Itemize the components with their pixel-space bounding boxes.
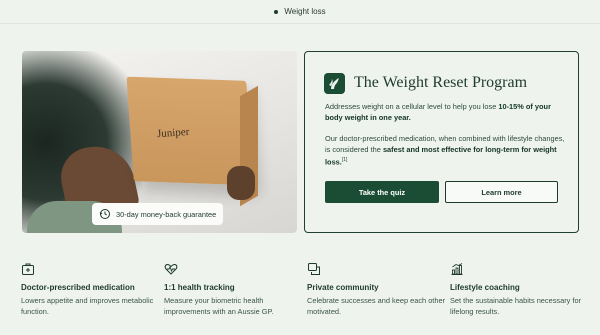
feature-title: Doctor-prescribed medication: [21, 283, 135, 292]
chat-bubbles-icon: [308, 263, 320, 275]
feature-item: Lifestyle coaching Set the sustainable h…: [450, 262, 590, 317]
bar-chart-icon: [451, 263, 463, 275]
feature-item: 1:1 health tracking Measure your biometr…: [164, 262, 304, 317]
heart-pulse-icon: [164, 263, 178, 275]
feature-item: Private community Celebrate successes an…: [307, 262, 447, 317]
feature-description: Set the sustainable habits necessary for…: [450, 296, 582, 316]
feature-title: Private community: [307, 283, 379, 292]
feature-title: 1:1 health tracking: [164, 283, 235, 292]
features-row: Doctor-prescribed medication Lowers appe…: [0, 0, 600, 335]
medical-kit-icon: [22, 263, 34, 275]
feature-description: Lowers appetite and improves metabolic f…: [21, 296, 154, 316]
feature-title: Lifestyle coaching: [450, 283, 520, 292]
feature-item: Doctor-prescribed medication Lowers appe…: [21, 262, 161, 317]
feature-description: Celebrate successes and keep each other …: [307, 296, 446, 316]
feature-description: Measure your biometric health improvemen…: [164, 296, 274, 316]
